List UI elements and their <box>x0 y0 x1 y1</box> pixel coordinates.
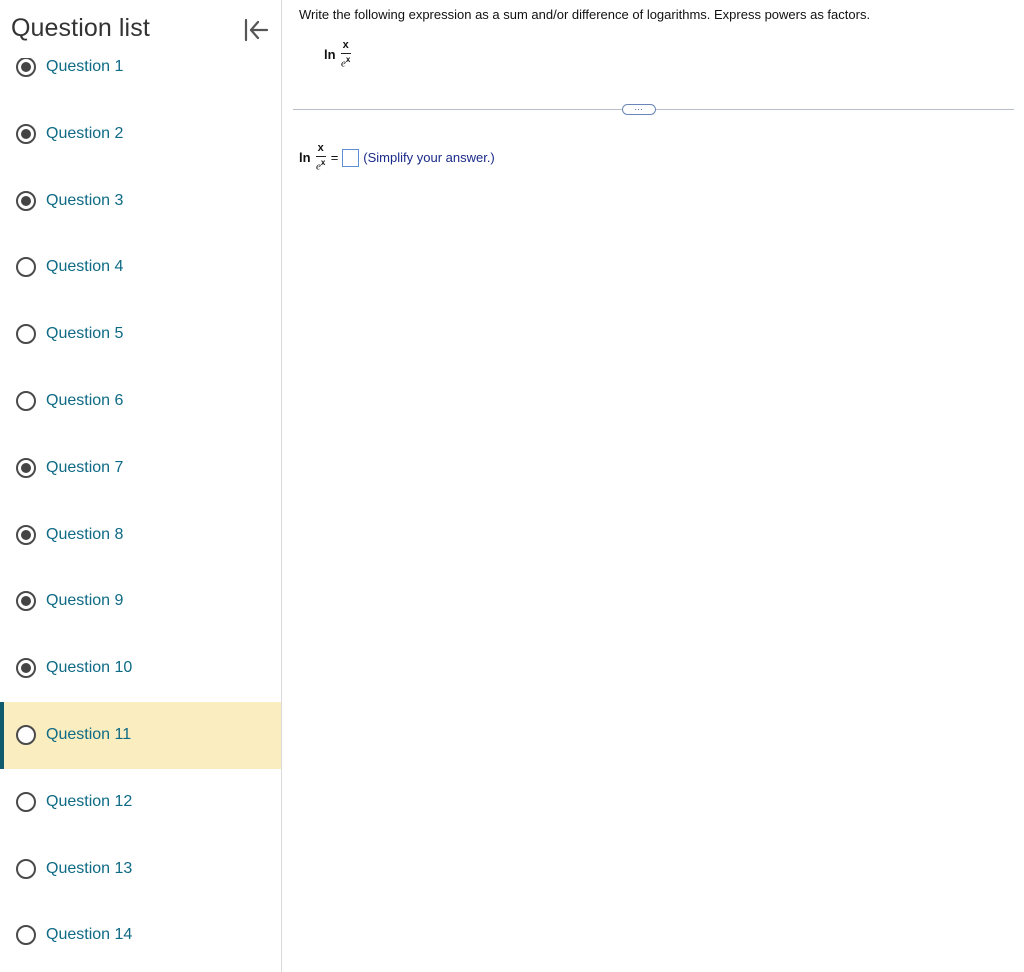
unanswered-radio-icon <box>16 925 36 946</box>
sidebar-title: Question list <box>11 14 150 42</box>
question-item-8[interactable]: Question 8 <box>0 502 281 569</box>
simplify-hint: (Simplify your answer.) <box>363 150 495 166</box>
question-label: Question 7 <box>46 458 124 476</box>
question-label: Question 13 <box>46 859 133 877</box>
unanswered-radio-icon <box>16 257 36 278</box>
answered-radio-icon <box>16 658 36 679</box>
question-label: Question 14 <box>46 926 133 944</box>
question-label: Question 8 <box>46 525 124 543</box>
question-label: Question 10 <box>46 659 133 677</box>
question-label: Question 5 <box>46 325 124 343</box>
given-expression: ln x ex <box>324 40 351 70</box>
fraction: x ex <box>340 40 351 70</box>
divider-handle-label: … <box>634 102 644 112</box>
unanswered-radio-icon <box>16 390 36 411</box>
answer-ln-function: ln <box>299 150 311 166</box>
answer-input[interactable] <box>342 148 360 167</box>
answered-radio-icon <box>16 524 36 545</box>
question-item-13[interactable]: Question 13 <box>0 836 281 903</box>
answer-fraction-denominator: ex <box>316 157 325 173</box>
fraction-denominator: ex <box>341 54 350 70</box>
collapse-sidebar-button[interactable] <box>240 15 272 45</box>
fraction-numerator: x <box>340 40 351 54</box>
answer-row: ln x ex = (Simplify your answer.) <box>299 143 495 173</box>
denominator-exponent: x <box>345 55 351 64</box>
answered-radio-icon <box>16 190 36 211</box>
question-item-12[interactable]: Question 12 <box>0 769 281 836</box>
sidebar-header: Question list <box>0 0 281 58</box>
question-item-7[interactable]: Question 7 <box>0 435 281 502</box>
answered-radio-icon <box>16 591 36 612</box>
answer-fraction: x ex <box>315 143 326 173</box>
divider-handle[interactable]: … <box>622 102 656 115</box>
unanswered-radio-icon <box>16 858 36 879</box>
question-item-2[interactable]: Question 2 <box>0 101 281 168</box>
question-label: Question 11 <box>46 725 132 743</box>
question-label: Question 1 <box>46 58 124 75</box>
question-item-10[interactable]: Question 10 <box>0 635 281 702</box>
question-item-3[interactable]: Question 3 <box>0 168 281 235</box>
problem-pane: Write the following expression as a sum … <box>283 0 1024 972</box>
collapse-left-icon <box>244 18 269 42</box>
question-label: Question 4 <box>46 258 124 276</box>
question-item-5[interactable]: Question 5 <box>0 301 281 368</box>
answered-radio-icon <box>16 123 36 144</box>
answer-denominator-exponent: x <box>320 158 326 167</box>
problem-instructions: Write the following expression as a sum … <box>299 7 871 22</box>
equals-sign: = <box>330 150 339 166</box>
question-label: Question 6 <box>46 391 124 409</box>
question-item-4[interactable]: Question 4 <box>0 234 281 301</box>
question-list-sidebar: Question 1 Question 2 Question 3 Question 4… <box>0 0 282 972</box>
answered-radio-icon <box>16 57 36 77</box>
ln-function: ln <box>324 47 336 63</box>
question-list: Question 1 Question 2 Question 3 Question 4… <box>0 34 281 969</box>
question-item-14[interactable]: Question 14 <box>0 902 281 969</box>
question-label: Question 12 <box>46 792 133 810</box>
question-item-6[interactable]: Question 6 <box>0 368 281 435</box>
answered-radio-icon <box>16 457 36 478</box>
question-item-11[interactable]: Question 11 <box>0 701 281 769</box>
unanswered-radio-icon <box>16 791 36 812</box>
question-label: Question 2 <box>46 124 124 142</box>
question-item-9[interactable]: Question 9 <box>0 568 281 635</box>
question-label: Question 9 <box>46 592 124 610</box>
question-label: Question 3 <box>46 191 124 209</box>
unanswered-radio-icon <box>16 724 36 745</box>
unanswered-radio-icon <box>16 324 36 345</box>
answer-fraction-numerator: x <box>315 143 326 157</box>
